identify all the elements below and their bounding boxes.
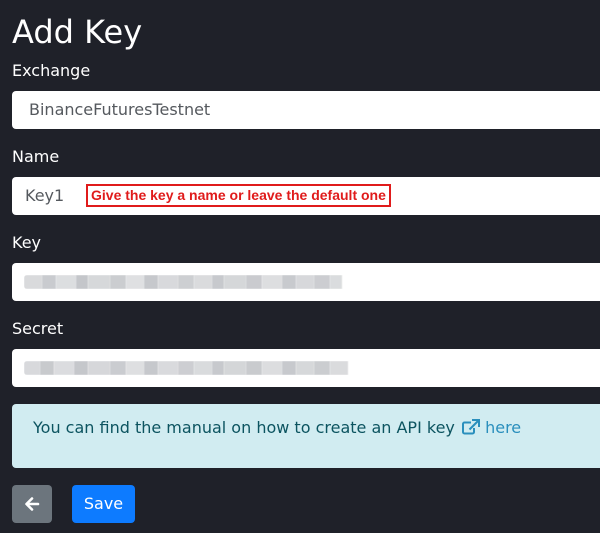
exchange-select[interactable]: BinanceFuturesTestnet <box>12 91 600 129</box>
save-button[interactable]: Save <box>72 485 135 523</box>
name-annotation: Give the key a name or leave the default… <box>86 184 391 207</box>
info-alert: You can find the manual on how to create… <box>12 404 600 468</box>
key-blurred-value <box>24 275 356 289</box>
page-title: Add Key <box>12 13 143 51</box>
secret-input[interactable] <box>12 349 600 387</box>
name-value: Key1 <box>25 186 65 205</box>
secret-label: Secret <box>12 319 64 338</box>
key-input[interactable] <box>12 263 600 301</box>
manual-link[interactable]: here <box>485 418 521 437</box>
arrow-left-icon <box>24 497 40 516</box>
exchange-value: BinanceFuturesTestnet <box>29 100 211 119</box>
exchange-label: Exchange <box>12 61 91 80</box>
key-label: Key <box>12 233 42 252</box>
secret-blurred-value <box>24 361 358 375</box>
name-label: Name <box>12 147 60 166</box>
back-button[interactable] <box>12 485 52 523</box>
info-text: You can find the manual on how to create… <box>33 418 455 437</box>
external-link-icon[interactable] <box>461 419 480 435</box>
